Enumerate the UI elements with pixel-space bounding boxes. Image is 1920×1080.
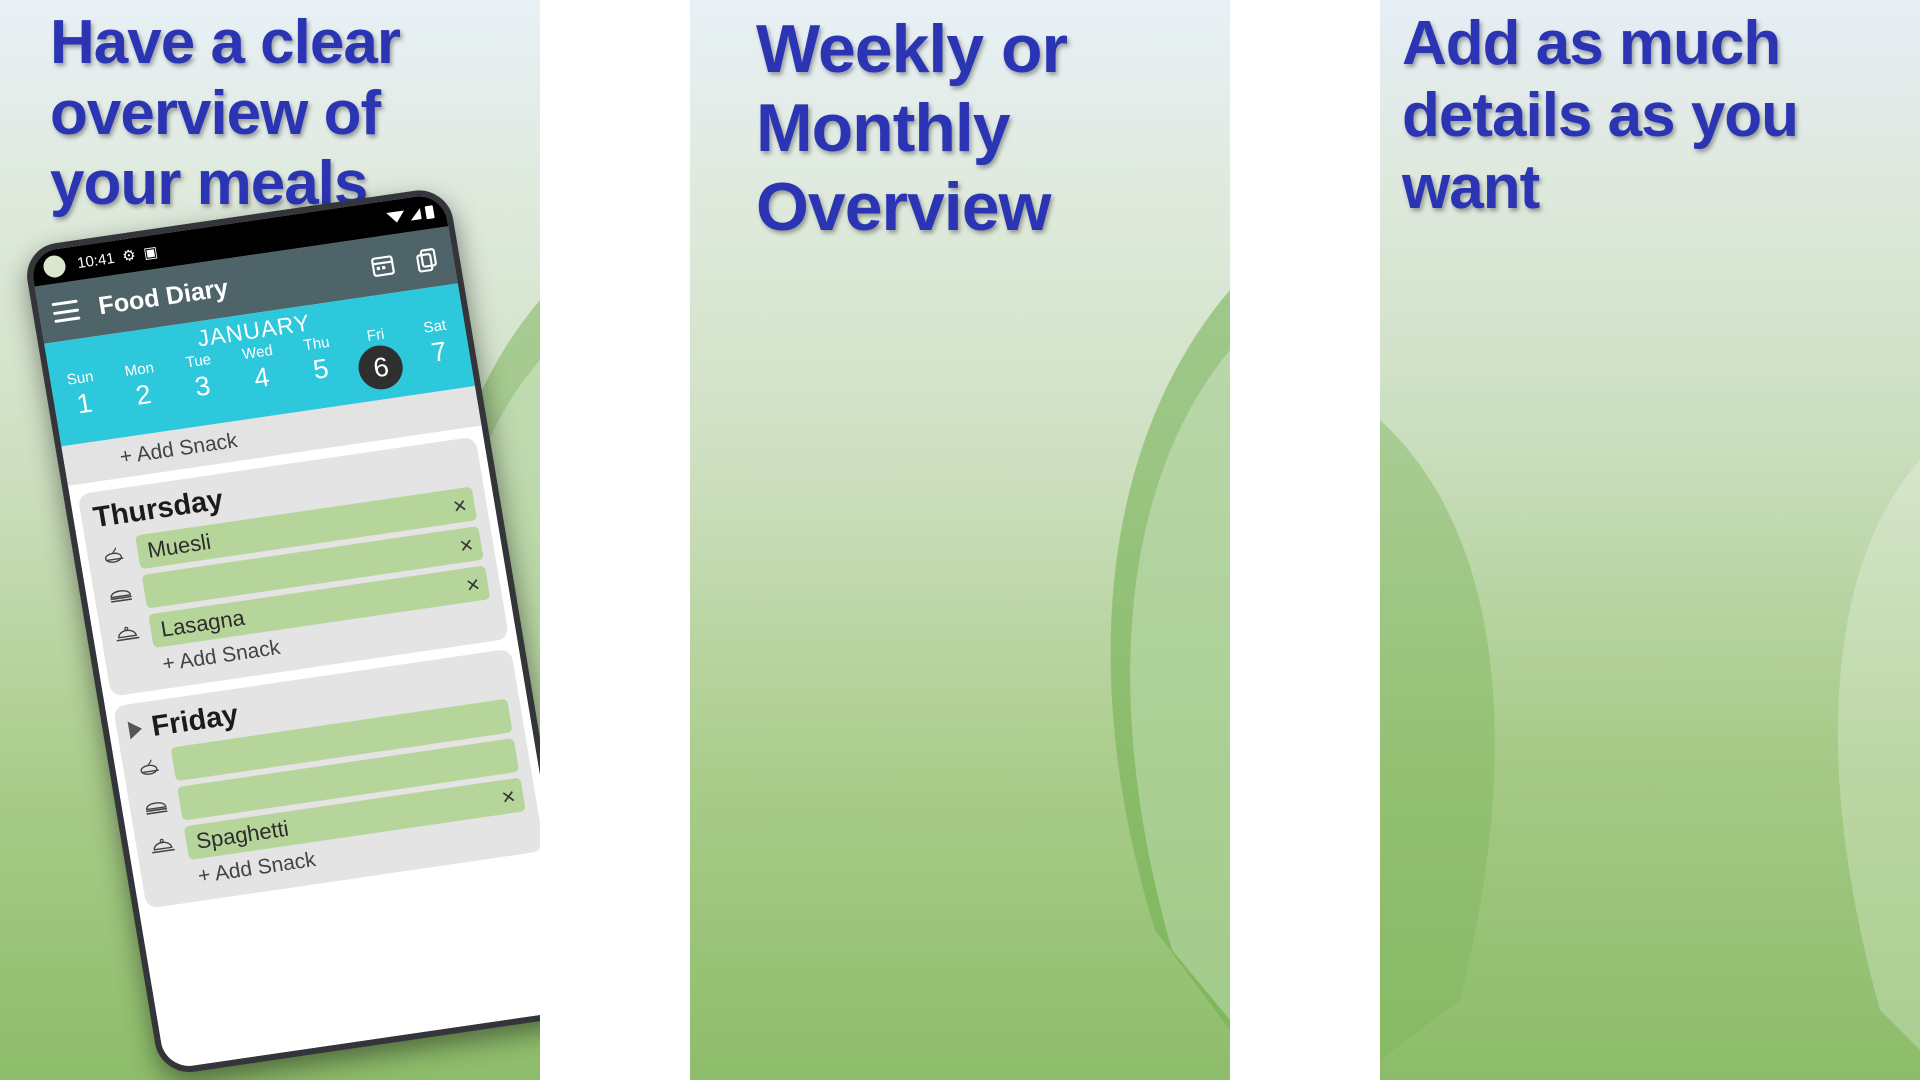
status-time: 10:41: [75, 249, 116, 272]
gear-icon: ⚙: [121, 246, 138, 266]
phone-mockup-1: 10:41 ⚙ ▣ Food Diary JANUARY Sun Mon Tue…: [22, 185, 540, 1077]
selected-date-label: 6: [355, 342, 407, 393]
phone-1-screen: 10:41 ⚙ ▣ Food Diary JANUARY Sun Mon Tue…: [28, 192, 540, 1070]
screenshot-stage: Have a clear overview of your meals 10:4…: [0, 0, 1920, 1080]
breakfast-icon: [140, 759, 159, 775]
promo-panel-3: Add as much details as you want 10:43 ⚙ …: [1380, 0, 1920, 1080]
clear-meal-icon[interactable]: ×: [457, 531, 475, 560]
panel-3-headline: Add as much details as you want: [1402, 9, 1799, 222]
date-cell-selected[interactable]: 6: [348, 339, 415, 393]
panel-2-headline: Weekly or Monthly Overview: [756, 11, 1068, 245]
panel-1-headline: Have a clear overview of your meals: [50, 8, 401, 219]
meal-value: Muesli: [145, 528, 213, 563]
date-cell[interactable]: 2: [111, 374, 178, 428]
calendar-icon[interactable]: [368, 250, 398, 279]
date-cell[interactable]: 5: [288, 348, 355, 402]
copy-icon[interactable]: [411, 244, 441, 273]
dinner-icon: [116, 626, 140, 642]
camera-punch-hole-icon: [41, 254, 68, 279]
date-cell[interactable]: 1: [52, 383, 119, 437]
sd-card-icon: ▣: [142, 243, 160, 263]
breakfast-icon: [104, 547, 124, 563]
lunch-icon: [110, 590, 133, 603]
date-cell[interactable]: 4: [229, 357, 296, 411]
app-title: Food Diary: [96, 273, 231, 320]
meal-value: Spaghetti: [194, 815, 291, 854]
battery-icon: [424, 204, 435, 219]
expand-caret-icon[interactable]: [127, 719, 144, 740]
date-cell[interactable]: 7: [407, 331, 474, 385]
promo-panel-1: Have a clear overview of your meals 10:4…: [0, 0, 540, 1080]
wifi-icon: [386, 209, 406, 224]
lunch-icon: [146, 802, 168, 815]
promo-panel-2: Weekly or Monthly Overview 10:42 ⚙ ▣ JAN…: [690, 0, 1230, 1080]
signal-icon: [408, 207, 422, 221]
day-card-friday: Friday Spaghetti × + Add Snack: [112, 648, 540, 909]
panel-gap-1: [540, 0, 690, 1080]
date-cell[interactable]: 3: [170, 365, 237, 419]
hamburger-icon[interactable]: [51, 299, 81, 324]
clear-meal-icon[interactable]: ×: [464, 570, 482, 599]
clear-meal-icon[interactable]: ×: [500, 782, 518, 811]
app-bar-actions: [368, 244, 442, 280]
day-name: Friday: [149, 698, 241, 743]
meal-value: Lasagna: [158, 604, 247, 642]
dinner-icon: [152, 838, 175, 854]
status-right-icons: [384, 194, 436, 234]
clear-meal-icon[interactable]: ×: [451, 491, 469, 520]
panel-gap-2: [1230, 0, 1380, 1080]
